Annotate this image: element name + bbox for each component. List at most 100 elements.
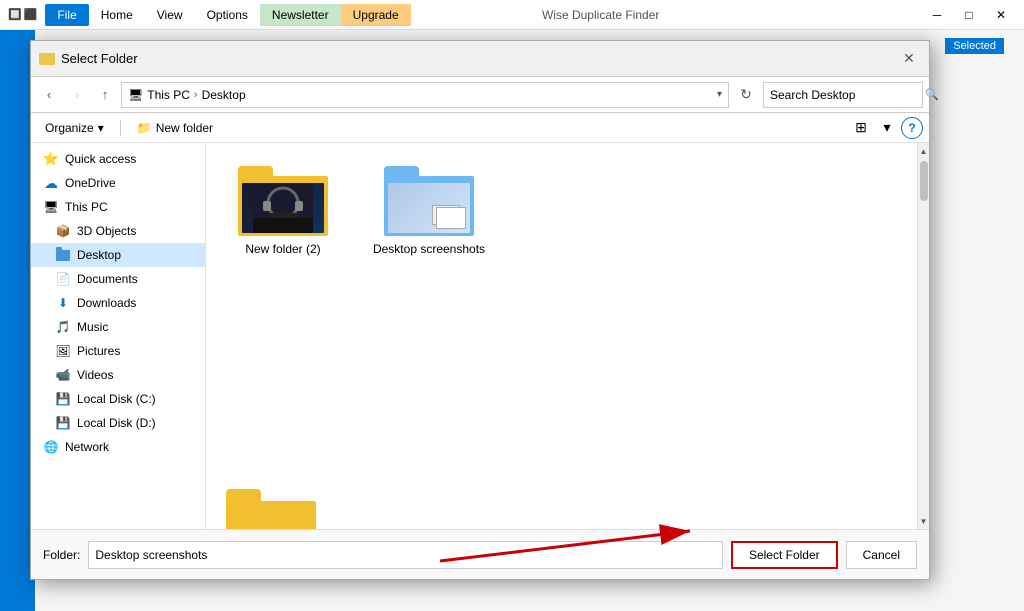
select-folder-button[interactable]: Select Folder (731, 541, 838, 569)
address-bar: ‹ › ↑ 🖥 This PC › Desktop ▾ ↻ 🔍 (31, 77, 929, 113)
folder-inner-selected (388, 183, 470, 233)
tab-professional[interactable]: Upgrade (341, 4, 411, 26)
folder-blue-preview (388, 183, 470, 233)
sidebar-item-quick-access[interactable]: ⭐ Quick access (31, 147, 205, 171)
forward-button[interactable]: › (65, 83, 89, 107)
dialog-footer: Folder: Select Folder Cancel (31, 529, 929, 579)
tab-view[interactable]: View (145, 4, 195, 26)
folder-item-new-folder-2[interactable]: New folder (2) (218, 155, 348, 262)
folder-label-desktop-screenshots: Desktop screenshots (373, 242, 485, 256)
tab-home[interactable]: Home (89, 4, 145, 26)
sidebar-item-local-disk-d[interactable]: 💾 Local Disk (D:) (31, 411, 205, 435)
sidebar-label-desktop: Desktop (77, 248, 121, 262)
close-app-button[interactable]: ✕ (986, 5, 1016, 25)
dialog-close-button[interactable]: ✕ (897, 47, 921, 71)
local-disk-c-icon: 💾 (55, 391, 71, 407)
search-input[interactable] (770, 88, 925, 102)
app-title-bar: 🔲 ⬛ File Home View Options Newsletter Up… (0, 0, 1024, 30)
view-options: ⊞ ▾ ? (849, 116, 923, 140)
folder-body-selected (384, 176, 474, 236)
address-path[interactable]: 🖥 This PC › Desktop ▾ (121, 82, 729, 108)
scrollbar-thumb[interactable] (920, 161, 928, 201)
sidebar-label-3d-objects: 3D Objects (77, 224, 136, 238)
sidebar-item-local-disk-c[interactable]: 💾 Local Disk (C:) (31, 387, 205, 411)
sidebar-item-this-pc[interactable]: 🖥 This PC (31, 195, 205, 219)
sidebar-label-onedrive: OneDrive (65, 176, 116, 190)
scrollbar-track: ▲ ▼ (917, 143, 929, 529)
path-separator-1: › (194, 89, 198, 101)
folder-photo-preview (242, 183, 324, 233)
folder-item-desktop-screenshots[interactable]: Desktop screenshots (364, 155, 494, 262)
toolbar: Organize ▾ 📁 New folder ⊞ ▾ ? (31, 113, 929, 143)
photo-preview-svg (253, 183, 313, 233)
dialog-body: ⭐ Quick access OneDrive 🖥 This PC 📦 3D O… (31, 143, 929, 529)
3d-objects-icon: 📦 (55, 223, 71, 239)
quick-access-icon: ⭐ (43, 151, 59, 167)
search-icon: 🔍 (925, 88, 939, 101)
tab-newsletter[interactable]: Newsletter (260, 4, 341, 26)
folder-partial-container (226, 489, 316, 529)
sidebar-item-downloads[interactable]: ⬇ Downloads (31, 291, 205, 315)
sidebar-item-music[interactable]: 🎵 Music (31, 315, 205, 339)
toolbar-separator (120, 120, 121, 136)
pictures-icon: 🖼 (55, 343, 71, 359)
path-this-pc: This PC (147, 88, 190, 102)
sidebar-item-desktop[interactable]: Desktop (31, 243, 205, 267)
local-disk-d-icon: 💾 (55, 415, 71, 431)
onedrive-icon (43, 175, 59, 191)
view-dropdown-button[interactable]: ▾ (875, 116, 899, 140)
folder-icon-desktop-screenshots (384, 161, 474, 236)
dialog-title-bar: Select Folder ✕ (31, 41, 929, 77)
new-folder-button[interactable]: 📁 New folder (129, 119, 221, 137)
sidebar-item-documents[interactable]: 📄 Documents (31, 267, 205, 291)
folder-icon-new-folder-2 (238, 161, 328, 236)
scrollbar-down-arrow[interactable]: ▼ (918, 513, 929, 529)
videos-icon: 📹 (55, 367, 71, 383)
sidebar: ⭐ Quick access OneDrive 🖥 This PC 📦 3D O… (31, 143, 206, 529)
sidebar-item-videos[interactable]: 📹 Videos (31, 363, 205, 387)
select-folder-dialog: Select Folder ✕ ‹ › ↑ 🖥 This PC › Deskto… (30, 40, 930, 580)
cancel-button[interactable]: Cancel (846, 541, 917, 569)
minimize-button[interactable]: ─ (922, 5, 952, 25)
sidebar-label-music: Music (77, 320, 108, 334)
music-icon: 🎵 (55, 319, 71, 335)
sidebar-item-3d-objects[interactable]: 📦 3D Objects (31, 219, 205, 243)
folder-body (238, 176, 328, 236)
folder-input[interactable] (88, 541, 723, 569)
new-folder-icon: 📁 (137, 121, 152, 135)
sidebar-label-network: Network (65, 440, 109, 454)
sidebar-label-local-disk-d: Local Disk (D:) (77, 416, 156, 430)
search-box[interactable]: 🔍 (763, 82, 923, 108)
help-button[interactable]: ? (901, 117, 923, 139)
new-folder-label: New folder (156, 121, 213, 135)
content-area: New folder (2) (206, 143, 929, 529)
sidebar-label-downloads: Downloads (77, 296, 136, 310)
sidebar-label-pictures: Pictures (77, 344, 120, 358)
back-button[interactable]: ‹ (37, 83, 61, 107)
sidebar-item-network[interactable]: 🌐 Network (31, 435, 205, 459)
organize-label: Organize (45, 121, 94, 135)
up-button[interactable]: ↑ (93, 83, 117, 107)
path-dropdown-arrow: ▾ (717, 89, 722, 100)
sidebar-item-onedrive[interactable]: OneDrive (31, 171, 205, 195)
network-icon: 🌐 (43, 439, 59, 455)
maximize-button[interactable]: □ (954, 5, 984, 25)
dialog-title-text: Select Folder (61, 51, 138, 66)
scrollbar-up-arrow[interactable]: ▲ (918, 143, 929, 159)
documents-icon: 📄 (55, 271, 71, 287)
folder-label-new-folder-2: New folder (2) (245, 242, 320, 256)
folder-inner (242, 183, 324, 233)
tab-options[interactable]: Options (195, 4, 260, 26)
folder-title-icon (39, 53, 55, 65)
organize-button[interactable]: Organize ▾ (37, 119, 112, 137)
tab-file[interactable]: File (45, 4, 88, 26)
downloads-icon: ⬇ (55, 295, 71, 311)
sidebar-label-this-pc: This PC (65, 200, 108, 214)
screenshot-mini-1 (436, 207, 466, 229)
refresh-button[interactable]: ↻ (733, 82, 759, 108)
sidebar-label-quick-access: Quick access (65, 152, 136, 166)
sidebar-label-documents: Documents (77, 272, 138, 286)
app-title: Wise Duplicate Finder (542, 8, 659, 22)
view-icons-button[interactable]: ⊞ (849, 116, 873, 140)
sidebar-item-pictures[interactable]: 🖼 Pictures (31, 339, 205, 363)
